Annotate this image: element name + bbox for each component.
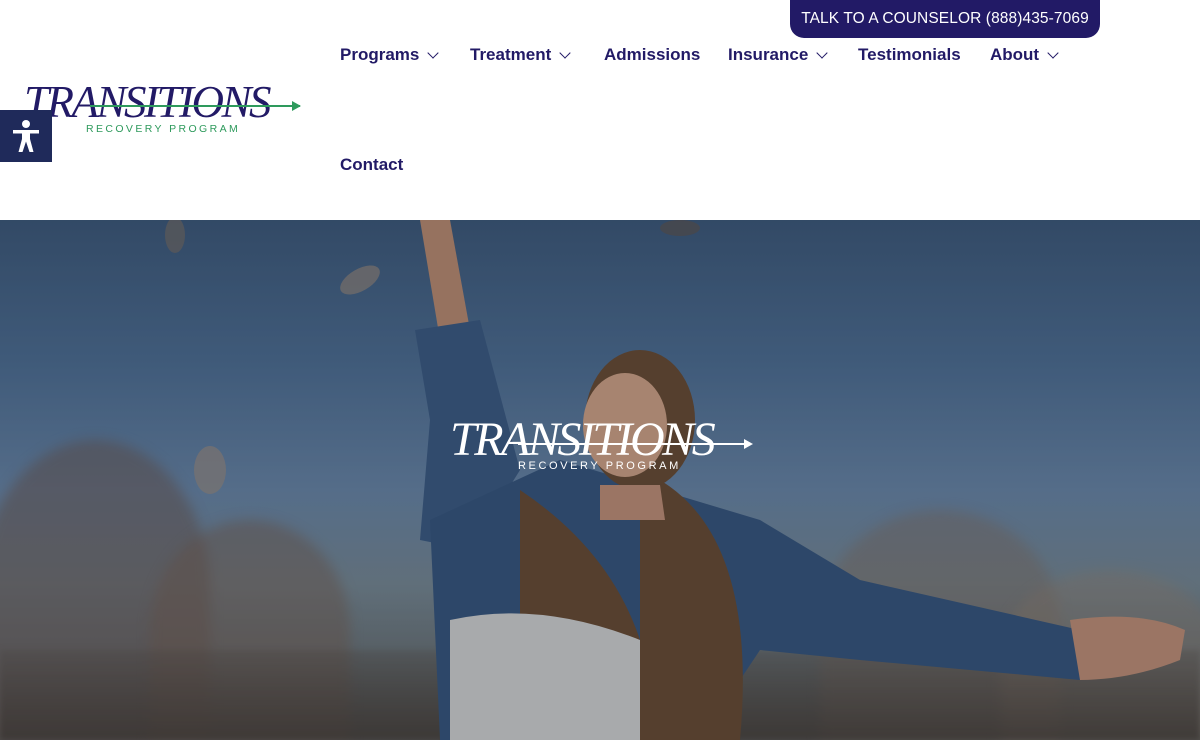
nav-item-contact[interactable]: Contact — [340, 155, 403, 175]
nav-item-about[interactable]: About — [990, 45, 1059, 65]
hero-overlay — [0, 220, 1200, 740]
site-logo[interactable]: TRANSITIONS RECOVERY PROGRAM — [20, 78, 302, 142]
hero-banner: TRANSITIONS RECOVERY PROGRAM — [0, 220, 1200, 740]
nav-label: Treatment — [470, 45, 552, 64]
nav-label: Contact — [340, 155, 404, 174]
nav-label: Admissions — [604, 45, 701, 64]
logo-arrow — [90, 105, 300, 107]
nav-label: Programs — [340, 45, 420, 64]
accessibility-person-icon — [13, 120, 39, 152]
hero-logo-wordmark: TRANSITIONS — [450, 413, 716, 466]
hero-logo-tagline: RECOVERY PROGRAM — [518, 460, 681, 472]
chevron-down-icon — [1047, 47, 1059, 59]
site-header: TALK TO A COUNSELOR (888)435-7069 TRANSI… — [0, 0, 1200, 220]
accessibility-button[interactable] — [0, 110, 52, 162]
nav-item-insurance[interactable]: Insurance — [728, 45, 828, 65]
chevron-down-icon — [427, 47, 440, 59]
hero-logo: TRANSITIONS RECOVERY PROGRAM — [450, 416, 755, 480]
hero-logo-arrow — [518, 443, 746, 445]
logo-wordmark: TRANSITIONS — [24, 77, 272, 127]
logo-arrowhead — [292, 101, 301, 111]
chevron-down-icon — [816, 47, 828, 59]
hero-logo-arrowhead — [744, 439, 753, 449]
nav-label: About — [990, 45, 1040, 64]
nav-label: Insurance — [728, 45, 809, 64]
chevron-down-icon — [559, 47, 571, 59]
nav-item-treatment[interactable]: Treatment — [470, 45, 571, 65]
nav-label: Testimonials — [858, 45, 961, 64]
nav-item-programs[interactable]: Programs — [340, 45, 440, 65]
nav-item-testimonials[interactable]: Testimonials — [858, 45, 961, 65]
talk-to-counselor-button[interactable]: TALK TO A COUNSELOR (888)435-7069 — [790, 0, 1100, 38]
logo-tagline: RECOVERY PROGRAM — [86, 123, 241, 135]
nav-item-admissions[interactable]: Admissions — [604, 45, 700, 65]
